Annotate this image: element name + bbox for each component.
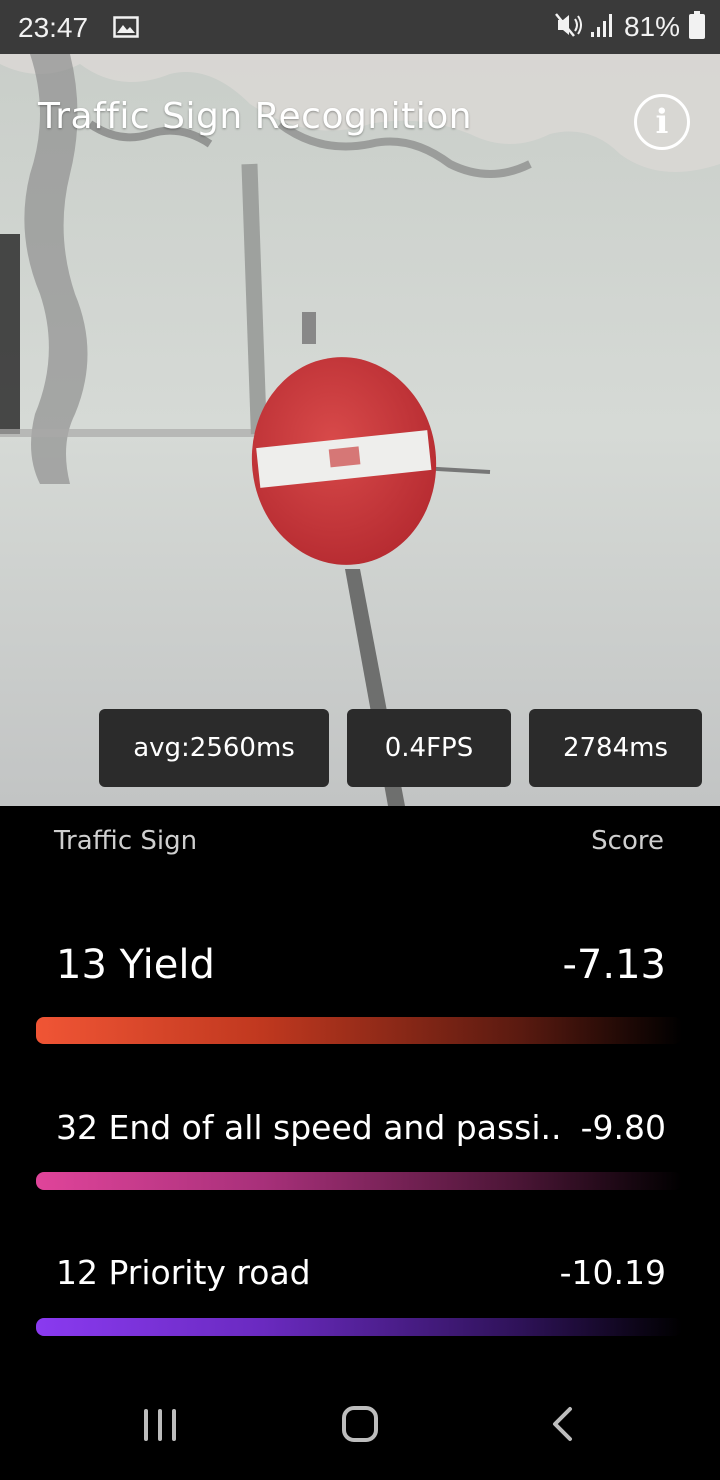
status-bar: 23:47 81% — [0, 0, 720, 54]
result-score: -7.13 — [562, 942, 667, 988]
camera-preview — [0, 54, 720, 806]
result-score-bar — [36, 1172, 682, 1190]
result-label: 32 End of all speed and passi.. — [56, 1108, 562, 1147]
recent-apps-icon[interactable] — [144, 1409, 176, 1441]
back-icon[interactable] — [550, 1406, 574, 1442]
fps-text: 0.4FPS — [384, 733, 474, 763]
status-time: 23:47 — [18, 12, 89, 43]
battery-percent: 81% — [623, 11, 680, 42]
gallery-icon — [113, 16, 139, 38]
result-score-bar — [36, 1017, 682, 1044]
battery-icon — [688, 11, 706, 43]
info-button[interactable]: i — [634, 94, 690, 150]
latency-badge: 2784ms — [529, 709, 702, 787]
result-score-bar — [36, 1318, 682, 1336]
fps-badge: 0.4FPS — [347, 709, 511, 787]
mute-icon — [554, 12, 582, 42]
result-score: -10.19 — [559, 1253, 666, 1292]
result-label: 12 Priority road — [56, 1253, 311, 1292]
avg-time-text: avg:2560ms — [133, 733, 295, 763]
home-icon[interactable] — [342, 1406, 378, 1442]
latency-text: 2784ms — [562, 733, 669, 763]
results-header-sign: Traffic Sign — [54, 826, 198, 856]
results-header-score: Score — [591, 826, 664, 856]
signal-icon — [590, 12, 616, 42]
app-title: Traffic Sign Recognition — [38, 96, 473, 137]
result-score: -9.80 — [580, 1108, 666, 1147]
result-label: 13 Yield — [56, 942, 215, 988]
avg-time-badge: avg:2560ms — [99, 709, 329, 787]
info-icon: i — [655, 102, 669, 142]
